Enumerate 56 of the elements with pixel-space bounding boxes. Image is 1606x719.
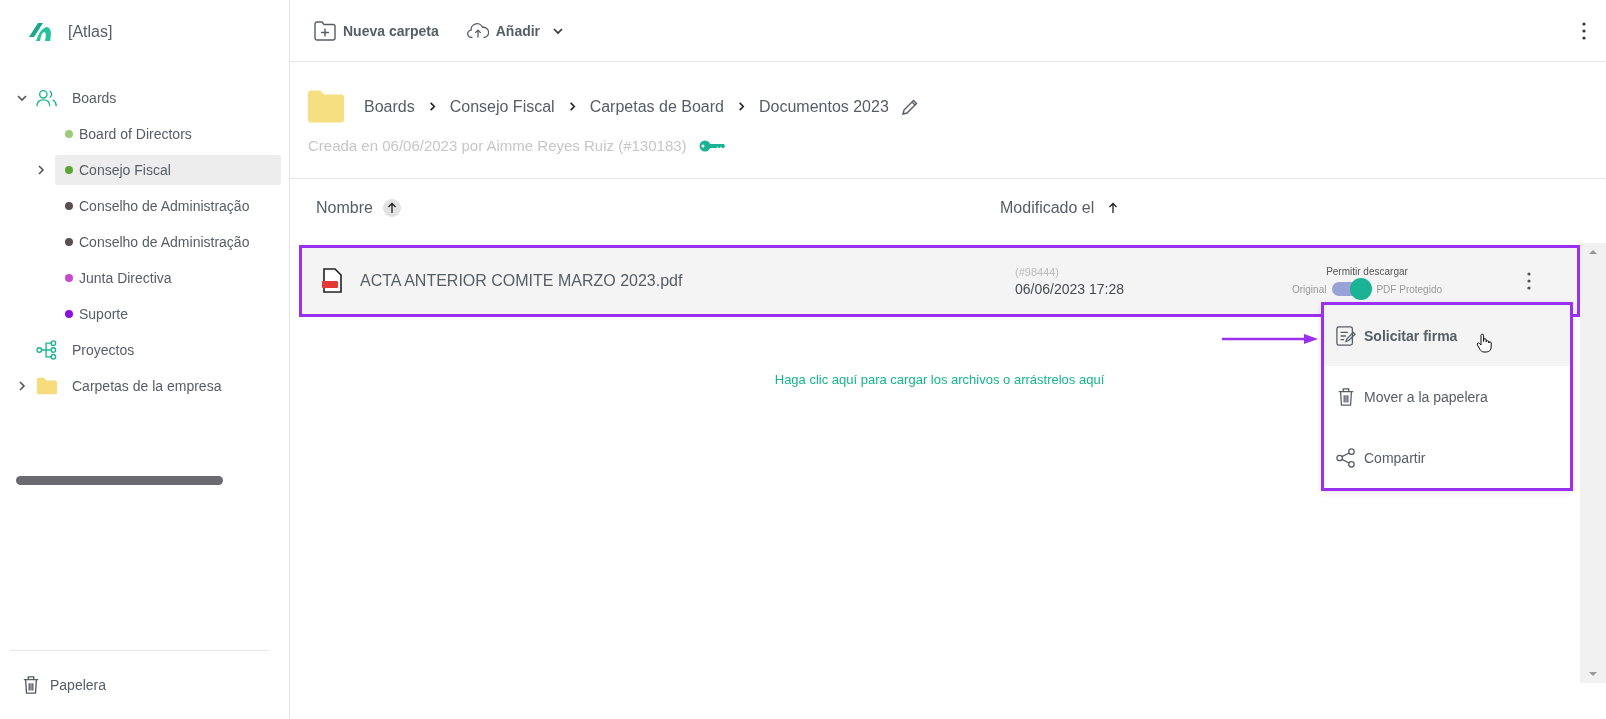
pencil-icon[interactable]	[900, 97, 919, 116]
cloud-upload-icon	[466, 20, 489, 41]
signature-icon	[1336, 325, 1356, 346]
modified-date: 06/06/2023 17:28	[1015, 280, 1125, 297]
menu-item[interactable]: Mover a la papelera	[1324, 366, 1570, 427]
breadcrumb-item: Documentos 2023	[758, 97, 889, 116]
board-name: Suporte	[79, 306, 129, 322]
share-icon	[1336, 447, 1356, 468]
file-name: ACTA ANTERIOR COMITE MARZO 2023.pdf	[360, 272, 684, 290]
toggle-off-label: Original	[1291, 283, 1327, 295]
horizontal-scrollbar[interactable]	[16, 476, 223, 485]
menu-item[interactable]: Solicitar firma	[1324, 305, 1570, 366]
new-folder-button[interactable]: Nueva carpeta	[308, 16, 445, 45]
menu-item[interactable]: Compartir	[1324, 427, 1570, 488]
toggle-on-label: PDF Protegido	[1376, 283, 1443, 295]
folder-icon	[308, 90, 344, 123]
board-item[interactable]: Board of Directors	[55, 119, 281, 149]
more-options-icon[interactable]	[1527, 272, 1531, 290]
more-options-icon[interactable]	[1582, 21, 1586, 40]
column-header[interactable]: Nombre	[316, 199, 373, 217]
column-header[interactable]: Modificado el	[1000, 199, 1095, 217]
trash-icon	[22, 675, 40, 695]
add-button[interactable]: Añadir	[460, 16, 571, 45]
created-info: Creada en 06/06/2023 por Aimme Reyes Ruiz (#130183)	[308, 137, 687, 154]
tree-item[interactable]: Carpetas de la empresa	[72, 378, 222, 394]
board-name: Board of Directors	[79, 126, 192, 142]
board-name: Consejo Fiscal	[79, 162, 171, 178]
board-item[interactable]: Conselho de Administração	[55, 227, 281, 257]
breadcrumb-item[interactable]: Boards	[364, 97, 415, 116]
people-icon	[36, 88, 58, 108]
file-id: (#98444)	[1015, 265, 1061, 278]
hierarchy-icon	[36, 340, 58, 360]
board-item[interactable]: Consejo Fiscal	[55, 155, 281, 185]
board-name: Conselho de Administração	[79, 234, 250, 250]
board-item[interactable]: Suporte	[55, 299, 281, 329]
chevron-down-icon[interactable]	[16, 92, 28, 104]
trash-link[interactable]: Papelera	[50, 677, 107, 693]
download-label: Permitir descargar	[1326, 266, 1408, 277]
folder-icon	[36, 376, 58, 396]
board-name: Conselho de Administração	[79, 198, 250, 214]
board-name: Junta Directiva	[79, 270, 172, 286]
file-row[interactable]: ACTA ANTERIOR COMITE MARZO 2023.pdf (#98444) 06/06/2023 17:28 Permitir descargar Original PDF Protegido	[299, 245, 1580, 317]
hand-cursor-icon	[1476, 333, 1492, 353]
board-item[interactable]: Conselho de Administração	[55, 191, 281, 221]
tree-item[interactable]: Proyectos	[72, 342, 135, 358]
key-icon	[698, 139, 725, 152]
pdf-file-icon	[322, 268, 342, 294]
trash-icon	[1336, 386, 1356, 407]
chevron-right-icon[interactable]	[16, 380, 28, 392]
breadcrumb-item[interactable]: Carpetas de Board	[589, 97, 724, 116]
board-item[interactable]: Junta Directiva	[55, 263, 281, 293]
app-name: [Atlas]	[68, 23, 113, 41]
folder-plus-icon	[314, 20, 336, 41]
breadcrumb-item[interactable]: Consejo Fiscal	[449, 97, 555, 116]
tree-item[interactable]: Boards	[72, 90, 117, 106]
chevron-right-icon[interactable]	[35, 164, 47, 176]
